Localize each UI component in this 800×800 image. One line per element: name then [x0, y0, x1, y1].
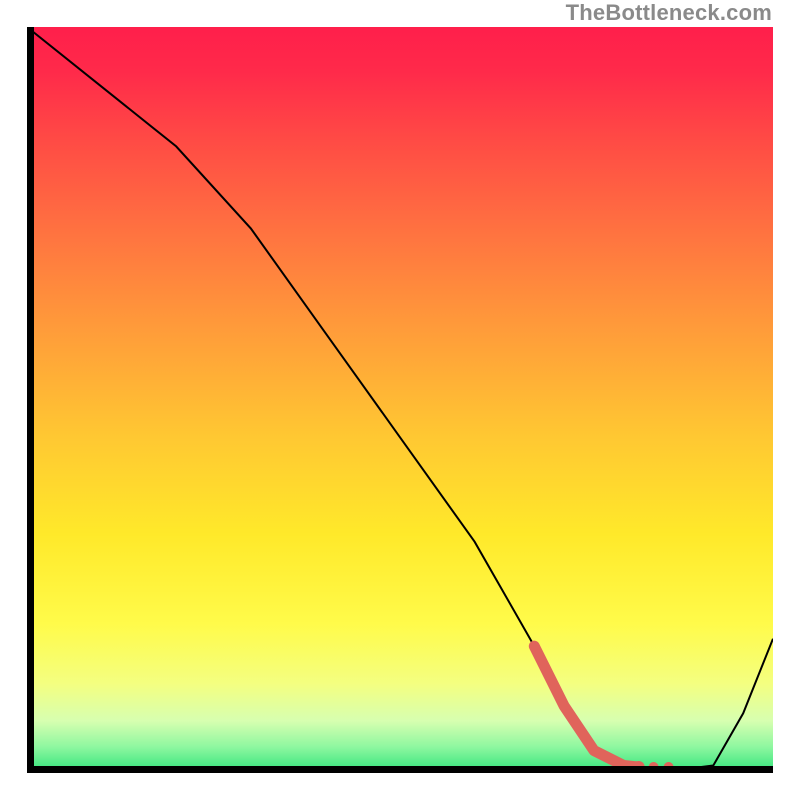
chart-canvas — [27, 27, 773, 773]
plot-area — [27, 27, 773, 773]
y-axis — [27, 27, 34, 773]
chart-frame: TheBottleneck.com — [0, 0, 800, 800]
watermark-text: TheBottleneck.com — [566, 0, 772, 26]
gradient-background — [27, 27, 773, 773]
x-axis — [27, 766, 773, 773]
